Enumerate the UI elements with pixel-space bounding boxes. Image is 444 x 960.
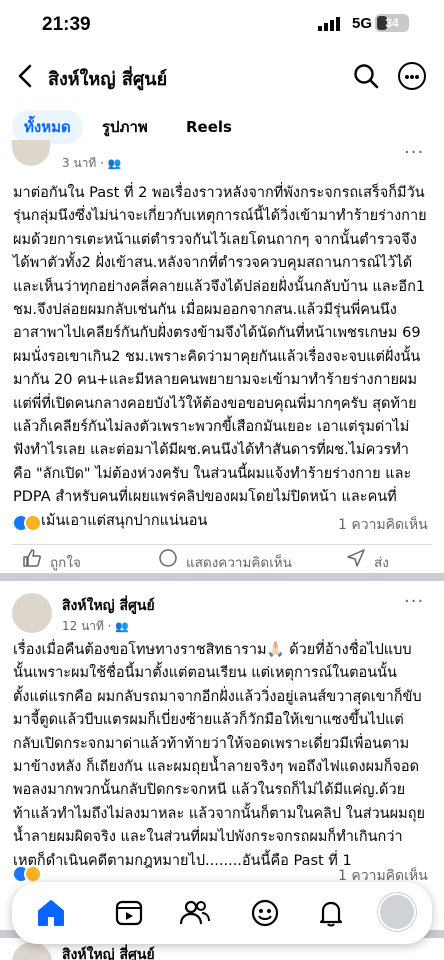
signal-icon (318, 17, 340, 31)
post-body: มาต่อกันใน Past ที่ 2 พอเรื่องราวหลังจาก… (13, 182, 433, 533)
filter-tabs: ทั้งหมด รูปภาพ Reels (0, 106, 444, 148)
post-author[interactable]: สิงห์ใหญ่ สี่ศูนย์ (62, 944, 155, 960)
friends-icon[interactable] (178, 896, 212, 930)
profile-avatar[interactable] (378, 893, 416, 931)
tab-photos[interactable]: รูปภาพ (90, 110, 160, 144)
page-header: สิงห์ใหญ่ สี่ศูนย์ (0, 50, 444, 104)
post-menu-icon[interactable]: ··· (404, 142, 424, 163)
post-text-line: มาจี้ตูดแล้วบีบแตรผมก็เบี่ยงซ้ายแล้วก็วั… (13, 712, 404, 729)
post-text-line: พอลงมากพวกนั้นกลับปิดกระจกหนี แล้วในรถก็… (13, 782, 406, 799)
post-text-line: อาสาพาไปเคลียร์กันกับฝั่งตรงข้ามจึงได้นั… (13, 325, 421, 342)
post-text-line: นั้นเพราะผมใช้ชื่อนี้มาตั้งแต่ตอนเรียน แ… (13, 665, 397, 682)
bottom-navigation (12, 882, 432, 944)
like-button[interactable]: ถูกใจ (50, 551, 81, 573)
thumbs-up-icon[interactable] (22, 548, 42, 568)
search-icon[interactable] (352, 62, 380, 90)
send-button[interactable]: ส่ง (374, 551, 389, 573)
post-timestamp: 3 นาที · 👥 (62, 156, 122, 170)
comment-icon[interactable] (158, 548, 178, 568)
post-text-line: ตั้งแต่แรกคือ ผมกลับรถมาจากอีกฝั่งแล้ววิ… (13, 688, 422, 705)
reaction-summary[interactable] (12, 514, 52, 532)
post-menu-icon[interactable]: ··· (404, 591, 424, 612)
marketplace-icon[interactable] (248, 896, 282, 930)
post-body: เรื่องเมื่อคืนต้องขอโทษทางราชสิทธาราม🙏🏻 … (13, 639, 433, 873)
post-text-line: มากัน 20 คน+และมีหลายคนพยายามจะเข้ามาทำร… (13, 372, 418, 389)
post-text-line: ท้าแล้วทำไมถึงไม่ลงมาหละ แล้วจากนั้นก็ตา… (13, 805, 425, 822)
friends-icon: 👥 (107, 157, 122, 170)
tab-all[interactable]: ทั้งหมด (12, 110, 83, 144)
post-text-line: เรื่องเมื่อคืนต้องขอโทษทางราชสิทธาราม🙏🏻 … (13, 642, 412, 658)
post-card: 3 นาที · 👥 ··· มาต่อกันใน Past ที่ 2 พอเ… (0, 140, 444, 571)
home-icon[interactable] (34, 896, 68, 930)
post-text-line: ฟังทำไรเลย และต่อมาได้มีผช.คนนึงได้ทำสัน… (13, 442, 409, 459)
divider-line (12, 544, 432, 545)
post-text-line: รุ่นกลุ่มนึงซึ่งไม่น่าจะเกี่ยวกับเหตุการ… (13, 208, 427, 225)
page-title: สิงห์ใหญ่ สี่ศูนย์ (48, 69, 168, 90)
tab-reels[interactable]: Reels (174, 110, 244, 144)
battery-icon: 34 (375, 14, 409, 32)
battery-percent: 34 (385, 16, 399, 30)
post-text-line: PDPA สำหรับคนที่เผยแพร่คลิปของผมโดยไม่ปิ… (13, 489, 397, 506)
network-type: 5G (352, 15, 373, 32)
care-reaction-icon (24, 514, 42, 532)
post-text-line: ผมนั่งรอเขาเกิน2 ชม.เพราะคิดว่ามาคุยกันแ… (13, 348, 421, 365)
send-icon[interactable] (346, 548, 366, 568)
status-bar: 21:39 5G 34 (0, 0, 444, 50)
post-text-line: น้ำลายผมผิดจริง และในส่วนที่ผมไปพังกระจก… (13, 829, 403, 846)
post-text-line: กลับเปิดกระจกมาด่าแล้วท้าท้ายว่าให้จอดเพ… (13, 735, 410, 752)
post-text-line: ผมด้วยการเตะหน้าแต่ตำรวจกันไว้เลยโดนถากๆ… (13, 231, 417, 248)
comment-count[interactable]: 1 ความคิดเห็น (338, 514, 428, 536)
post-divider (0, 573, 444, 581)
post-text-line: มาต่อกันใน Past ที่ 2 พอเรื่องราวหลังจาก… (13, 185, 425, 201)
post-timestamp: 12 นาที · 👥 (62, 619, 130, 633)
avatar[interactable] (12, 593, 52, 633)
avatar[interactable] (12, 140, 50, 166)
bell-icon[interactable] (314, 896, 348, 930)
post-text-line: ได้พาตัวทั้ง2 ฝั่งเข้าสน.หลังจากที่ตำรวจ… (13, 255, 413, 272)
haha-reaction-icon (24, 865, 42, 883)
more-icon[interactable] (398, 62, 426, 90)
avatar[interactable] (12, 942, 52, 960)
chevron-left-icon[interactable] (14, 63, 38, 89)
post-card: สิงห์ใหญ่ สี่ศูนย์ 12 นาที · 👥 ··· เรื่อ… (0, 581, 444, 891)
post-text-line: มาข้างหลัง ก็เถียงกัน และผมถุยน้ำลายจริง… (13, 759, 420, 776)
post-text-line: แล้วก็เคลียร์กันไม่ลงตัวเพราะพวกขี้เสือก… (13, 419, 410, 436)
friends-icon: 👥 (115, 620, 130, 633)
post-text-line: คือ "ลักเปิด" ไม่ต้องห่วงครับ ในส่วนนี้ผ… (13, 465, 412, 482)
post-text-line: แต่พี่ที่เปิดคนกลางคอยบังไว้ให้ต้องขอขอบ… (13, 395, 417, 412)
comment-button[interactable]: แสดงความคิดเห็น (186, 551, 292, 573)
reaction-summary[interactable] (12, 865, 52, 883)
status-time: 21:39 (42, 14, 91, 35)
post-text-line: และเห็นว่าทุกอย่างคลี่คลายแล้วจึงได้ปล่อ… (13, 278, 426, 295)
video-icon[interactable] (112, 896, 146, 930)
post-text-line: ชม.จึงปล่อยผมกลับเช่นกัน เมื่อผมออกจากสน… (13, 302, 397, 319)
post-author[interactable]: สิงห์ใหญ่ สี่ศูนย์ (62, 595, 155, 617)
